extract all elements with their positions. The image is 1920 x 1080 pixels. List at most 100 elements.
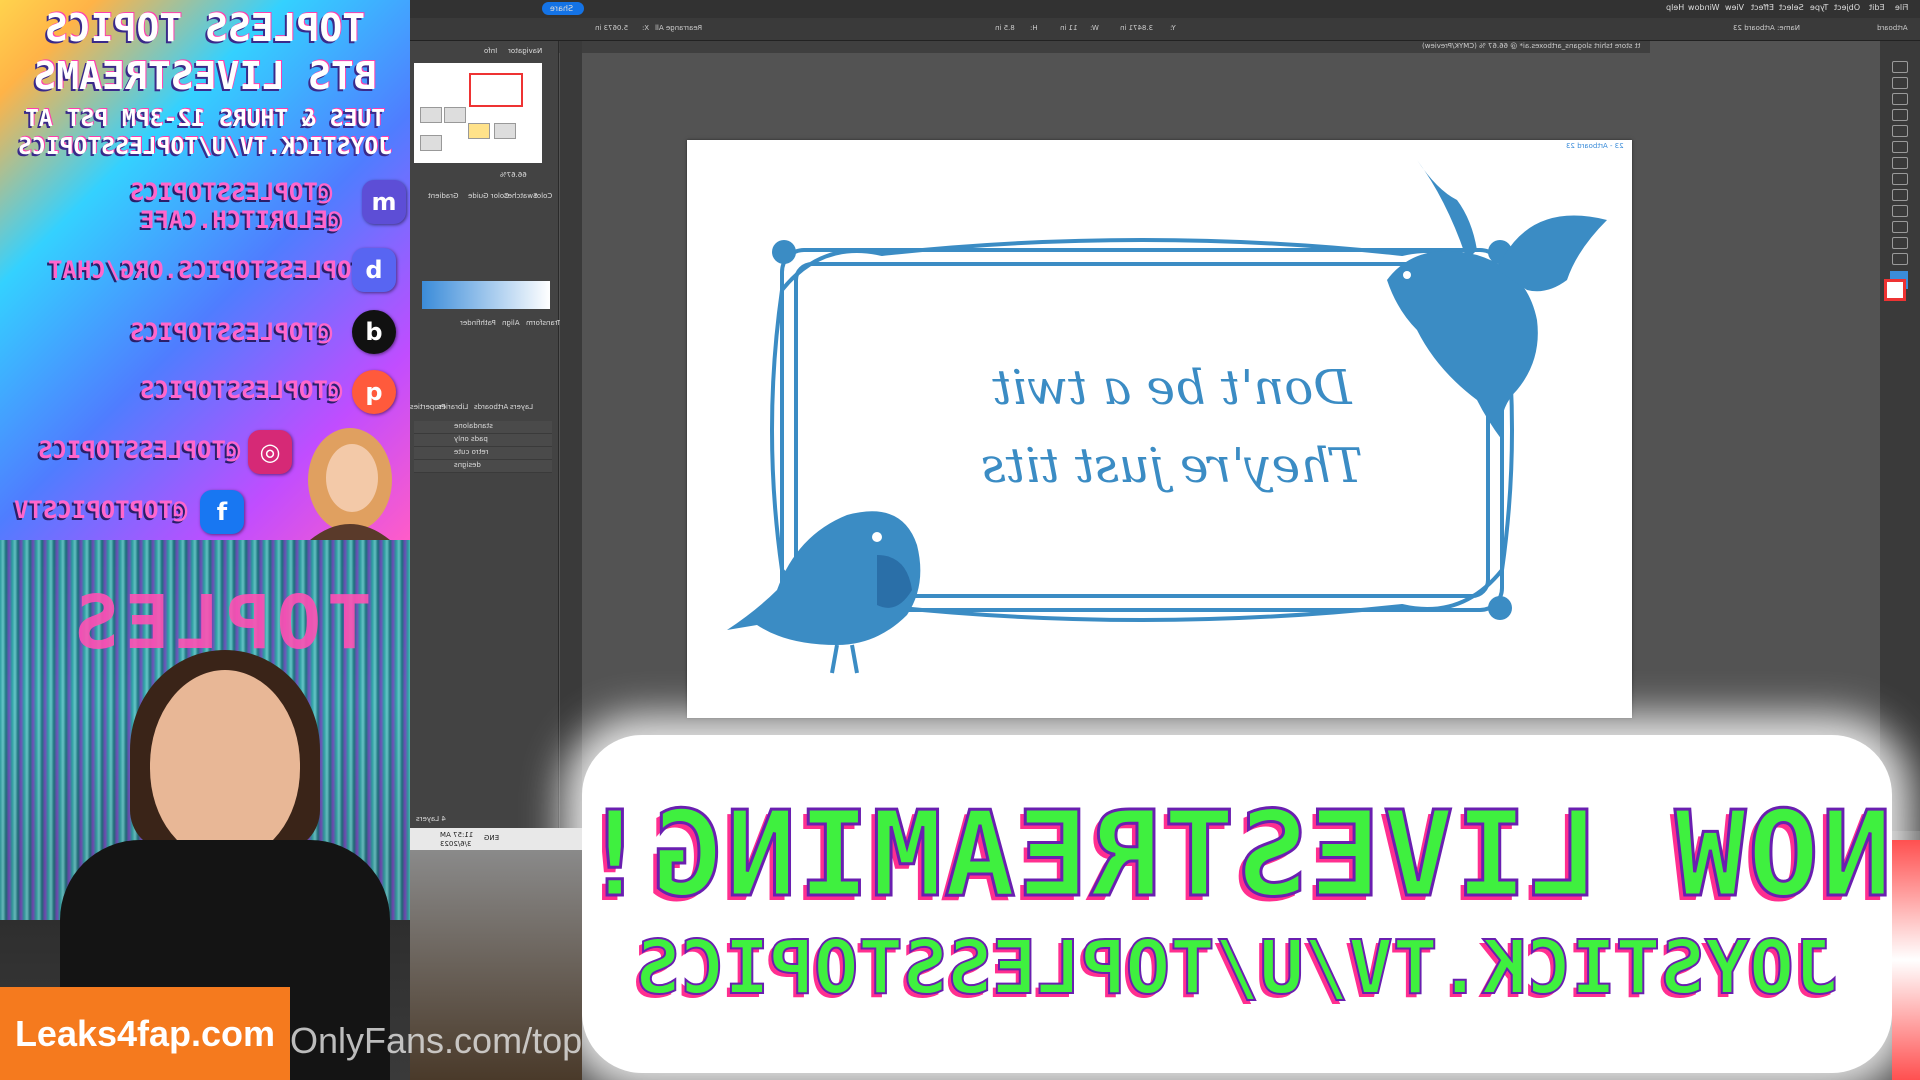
- navigator-artboard-thumb: [494, 123, 516, 139]
- document-tab-label: tt store tshirt slogans_artboxes.ai* @ 6…: [1421, 42, 1640, 50]
- social-handle: @TOPTOPICSTV: [14, 496, 188, 524]
- host-avatar: [290, 420, 410, 540]
- layer-name: standalone: [454, 422, 493, 430]
- tab-artboards[interactable]: Artboards: [474, 403, 508, 411]
- share-button[interactable]: Share: [542, 2, 584, 15]
- rotate-tool-icon[interactable]: [1892, 189, 1908, 201]
- navigator-artboard-thumb: [420, 135, 442, 151]
- share-label: Share: [550, 4, 574, 13]
- navigator-thumbnail[interactable]: [414, 63, 542, 163]
- social-row-discord: TOPLESSTOPICS.ORG/CHAT d: [0, 248, 410, 296]
- tab-align[interactable]: Align: [502, 319, 520, 327]
- instagram-icon: ◎: [248, 430, 292, 474]
- menu-select[interactable]: Select: [1779, 3, 1804, 12]
- menu-view[interactable]: View: [1725, 3, 1744, 12]
- rectangle-tool-icon[interactable]: [1892, 157, 1908, 169]
- taskbar-language[interactable]: ENG: [484, 834, 499, 842]
- tab-color-guide[interactable]: Color Guide: [468, 192, 509, 200]
- line-tool-icon[interactable]: [1892, 141, 1908, 153]
- tab-transform[interactable]: Transform: [526, 319, 561, 327]
- promo-title: TOPLESS TOPICS: [44, 6, 366, 50]
- banner-title: NOW LIVESTREAMING!: [576, 784, 1894, 925]
- artboard[interactable]: 23 - Artboard 23 Don't be a twit They're…: [687, 140, 1632, 718]
- discord-icon: d: [352, 248, 396, 292]
- host-face: [150, 670, 300, 860]
- social-row-patreon: @TOPLESSTOPICS p: [0, 368, 410, 416]
- type-tool-icon[interactable]: [1892, 125, 1908, 137]
- menu-effect[interactable]: Effect: [1751, 3, 1774, 12]
- navigator-artboard-thumb: [420, 107, 442, 123]
- artboard-name-field[interactable]: Artboard 23: [1733, 24, 1775, 32]
- x-field[interactable]: 5.0673 in: [595, 24, 628, 32]
- w-field[interactable]: 11 in: [1060, 24, 1078, 32]
- tab-properties[interactable]: Properties: [410, 403, 445, 411]
- h-label: H:: [1030, 24, 1038, 32]
- layer-row[interactable]: pads only: [414, 434, 552, 447]
- menu-bar: File Edit Object Type Select Effect View…: [410, 0, 1920, 18]
- document-tab[interactable]: tt store tshirt slogans_artboxes.ai* @ 6…: [410, 41, 1650, 53]
- layer-row[interactable]: designs: [414, 460, 552, 473]
- watermark-badge: Leaks4fap.com: [0, 987, 290, 1080]
- layer-row[interactable]: standalone: [414, 421, 552, 434]
- artboard-label: 23 - Artboard 23: [1566, 142, 1624, 150]
- panel-dock: Navigator Info 66.67% Color Swatches Col…: [410, 41, 561, 831]
- edge-decoration: [1892, 840, 1920, 1080]
- menu-object[interactable]: Object: [1834, 3, 1860, 12]
- social-handle: TOPLESSTOPICS.ORG/CHAT: [48, 256, 366, 284]
- y-field[interactable]: 3.8471 in: [1120, 24, 1153, 32]
- card-text-line2: They're just tits: [981, 438, 1363, 494]
- menu-edit[interactable]: Edit: [1869, 3, 1885, 12]
- menu-window[interactable]: Window: [1688, 3, 1720, 12]
- tab-info[interactable]: Info: [484, 47, 497, 55]
- eyedropper-tool-icon[interactable]: [1892, 221, 1908, 233]
- taskbar: 11:57 AM 3/6/2023 ENG: [410, 828, 582, 850]
- direct-selection-tool-icon[interactable]: [1892, 77, 1908, 89]
- scale-tool-icon[interactable]: [1892, 205, 1908, 217]
- hand-tool-icon[interactable]: [1892, 237, 1908, 249]
- social-handle: @TOPLESSTOPICS: [140, 376, 343, 404]
- brush-tool-icon[interactable]: [1892, 173, 1908, 185]
- y-label: Y:: [1170, 24, 1176, 32]
- layer-name: designs: [454, 461, 481, 469]
- layer-row[interactable]: retro cute: [414, 447, 552, 460]
- navigator-artboard-thumb: [444, 107, 466, 123]
- stroke-swatch[interactable]: [1884, 279, 1906, 301]
- promo-url: JOYSTICK.TV/U/TOPLESSTOPICS: [18, 134, 392, 160]
- magic-wand-tool-icon[interactable]: [1892, 93, 1908, 105]
- facebook-icon: f: [200, 490, 244, 534]
- promo-subtitle: BTS LIVESTREAMS: [33, 54, 377, 98]
- card-text-line1: Don't be a twit: [992, 360, 1352, 416]
- zoom-readout[interactable]: 66.67%: [500, 171, 527, 179]
- social-handle: @TOPLESSTOPICS: [38, 436, 241, 464]
- livestream-banner: NOW LIVESTREAMING! JOYSTICK.TV/U/TOPLESS…: [576, 735, 1894, 1073]
- bluesky-icon: b: [352, 310, 396, 354]
- menu-type[interactable]: Type: [1810, 3, 1828, 12]
- taskbar-clock[interactable]: 11:57 AM: [440, 831, 473, 839]
- onlyfans-watermark: OnlyFans.com/top: [290, 1020, 583, 1061]
- artboard-label: Artboard: [1877, 24, 1908, 32]
- promo-panel: TOPLESS TOPICS BTS LIVESTREAMS TUES & TH…: [0, 0, 410, 540]
- social-handle: @TOPLESSTOPICS: [130, 318, 333, 346]
- tab-pathfinder[interactable]: Pathfinder: [460, 319, 496, 327]
- gradient-swatch[interactable]: [422, 281, 550, 309]
- social-row-bluesky: @TOPLESSTOPICS b: [0, 310, 410, 358]
- promo-schedule: TUES & THURS 12-3PM PST AT: [24, 106, 386, 132]
- tab-layers[interactable]: Layers: [510, 403, 533, 411]
- tools-panel: [1880, 41, 1920, 831]
- layer-name: pads only: [454, 435, 488, 443]
- tab-navigator[interactable]: Navigator: [508, 47, 542, 55]
- navigator-viewport[interactable]: [469, 73, 523, 107]
- selection-tool-icon[interactable]: [1892, 61, 1908, 73]
- taskbar-date[interactable]: 3/6/2023: [440, 840, 471, 848]
- rearrange-all-button[interactable]: Rearrange All: [655, 24, 702, 32]
- zoom-tool-icon[interactable]: [1892, 253, 1908, 265]
- navigator-artboard-thumb: [468, 123, 490, 139]
- menu-help[interactable]: Help: [1666, 3, 1684, 12]
- layers-count: 4 Layers: [416, 815, 446, 823]
- menu-file[interactable]: File: [1895, 3, 1908, 12]
- control-bar: Artboard Name: Artboard 23 Rearrange All…: [410, 18, 1920, 41]
- social-handle: @TOPLESSTOPICS: [130, 178, 333, 206]
- tab-gradient[interactable]: Gradient: [428, 192, 458, 200]
- pen-tool-icon[interactable]: [1892, 109, 1908, 121]
- h-field[interactable]: 8.5 in: [995, 24, 1015, 32]
